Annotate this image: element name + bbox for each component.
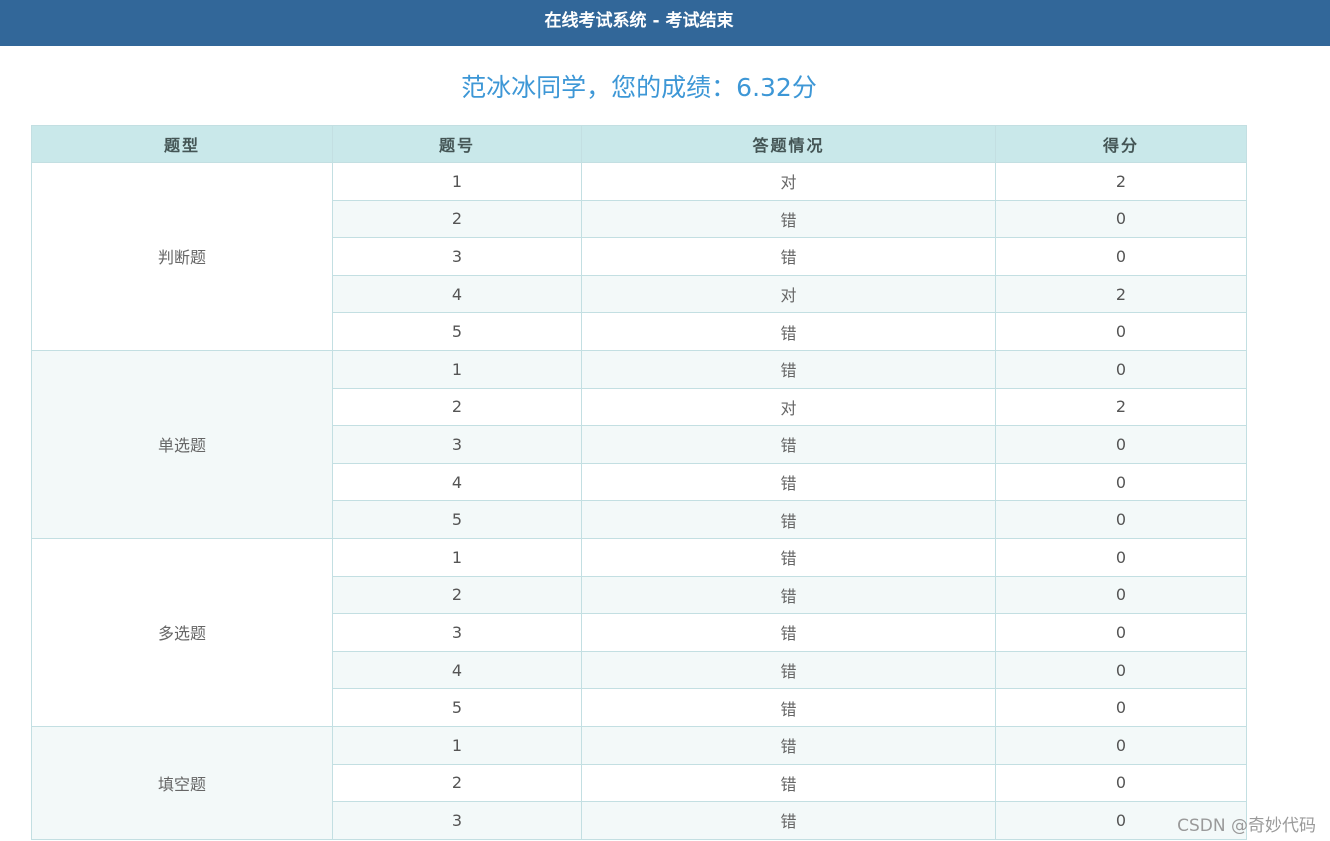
column-header-status: 答题情况: [581, 125, 996, 163]
question-number-cell: 2: [332, 387, 582, 427]
question-number-cell: 2: [332, 575, 582, 615]
question-number-cell: 3: [332, 613, 582, 652]
answer-status-cell: 对: [581, 162, 996, 201]
question-number-cell: 5: [332, 312, 582, 351]
score-cell: 2: [995, 387, 1247, 427]
score-cell: 0: [995, 537, 1247, 577]
answer-status-cell: 对: [581, 387, 996, 427]
answer-status-cell: 错: [581, 763, 996, 803]
question-number-cell: 1: [332, 725, 582, 765]
score-cell: 0: [995, 500, 1247, 539]
score-cell: 0: [995, 237, 1247, 276]
answer-status-cell: 错: [581, 725, 996, 765]
question-number-cell: 4: [332, 274, 582, 314]
answer-status-cell: 错: [581, 613, 996, 652]
question-type-cell: 多选题: [31, 537, 333, 727]
question-type-cell: 判断题: [31, 162, 333, 351]
results-table: 题型 题号 答题情况 得分 判断题 1 对 2 2 错 0 3 错 0 4 对 2 5 错 0 单选题 1 错 0 2 对…: [31, 125, 1247, 840]
question-number-cell: 4: [332, 462, 582, 502]
score-cell: 0: [995, 650, 1247, 690]
question-type-cell: 单选题: [31, 349, 333, 539]
answer-status-cell: 错: [581, 500, 996, 539]
answer-status-cell: 错: [581, 801, 996, 840]
answer-status-cell: 错: [581, 349, 996, 389]
table-row: 多选题 1 错 0: [31, 537, 1247, 727]
page-title: 在线考试系统 - 考试结束: [544, 11, 734, 31]
watermark: CSDN @奇妙代码: [1177, 816, 1316, 836]
score-cell: 0: [995, 425, 1247, 464]
answer-status-cell: 错: [581, 537, 996, 577]
score-cell: 0: [995, 462, 1247, 502]
question-number-cell: 3: [332, 425, 582, 464]
question-number-cell: 1: [332, 349, 582, 389]
question-number-cell: 1: [332, 162, 582, 201]
question-number-cell: 5: [332, 688, 582, 727]
question-number-cell: 3: [332, 801, 582, 840]
answer-status-cell: 错: [581, 425, 996, 464]
score-cell: 0: [995, 575, 1247, 615]
question-number-cell: 1: [332, 537, 582, 577]
score-cell: 0: [995, 688, 1247, 727]
answer-status-cell: 错: [581, 462, 996, 502]
answer-status-cell: 错: [581, 237, 996, 276]
score-cell: 2: [995, 274, 1247, 314]
table-header-row: 题型 题号 答题情况 得分: [31, 125, 1247, 163]
score-cell: 0: [995, 312, 1247, 351]
score-cell: 0: [995, 763, 1247, 803]
score-cell: 0: [995, 349, 1247, 389]
answer-status-cell: 错: [581, 312, 996, 351]
score-cell: 0: [995, 613, 1247, 652]
answer-status-cell: 对: [581, 274, 996, 314]
question-number-cell: 5: [332, 500, 582, 539]
question-type-cell: 填空题: [31, 725, 333, 840]
score-cell: 0: [995, 199, 1247, 239]
question-number-cell: 4: [332, 650, 582, 690]
question-number-cell: 2: [332, 763, 582, 803]
answer-status-cell: 错: [581, 650, 996, 690]
column-header-type: 题型: [31, 125, 333, 163]
score-summary: 范冰冰同学，您的成绩：6.32分: [461, 73, 817, 102]
answer-status-cell: 错: [581, 688, 996, 727]
table-row: 填空题 1 错 0: [31, 725, 1247, 840]
results-body: 判断题 1 对 2 2 错 0 3 错 0 4 对 2 5 错 0 单选题 1 错 0 2 对 2 3 错 0 4 错 0 5 错 0 多选题 1…: [31, 162, 1247, 840]
answer-status-cell: 错: [581, 199, 996, 239]
score-cell: 0: [995, 725, 1247, 765]
question-number-cell: 2: [332, 199, 582, 239]
top-bar: 在线考试系统 - 考试结束: [0, 0, 1330, 46]
answer-status-cell: 错: [581, 575, 996, 615]
column-header-number: 题号: [332, 125, 582, 163]
column-header-score: 得分: [995, 125, 1247, 163]
table-row: 判断题 1 对 2: [31, 162, 1247, 351]
table-row: 单选题 1 错 0: [31, 349, 1247, 539]
question-number-cell: 3: [332, 237, 582, 276]
score-cell: 2: [995, 162, 1247, 201]
